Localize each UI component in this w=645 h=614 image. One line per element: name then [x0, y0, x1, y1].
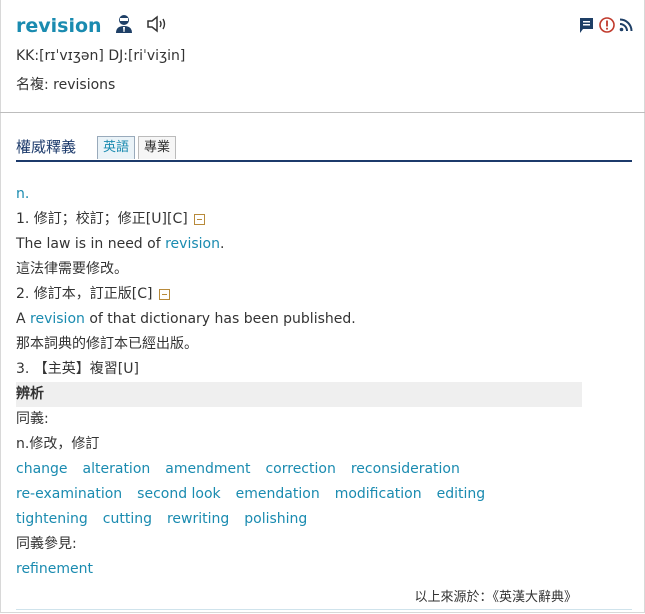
synonym-link[interactable]: editing: [437, 482, 486, 507]
example-keyword[interactable]: revision: [30, 311, 85, 327]
synonym-link[interactable]: modification: [335, 482, 422, 507]
entry-header: revision: [16, 14, 168, 38]
synonym-link[interactable]: emendation: [236, 482, 320, 507]
see-also-link[interactable]: refinement: [16, 557, 93, 582]
plural-form: 名複: revisions: [16, 77, 116, 93]
tab-bar-title: 權威釋義: [16, 138, 77, 156]
collapse-icon[interactable]: [193, 213, 205, 225]
tab-bar: 權威釋義 英語 專業: [16, 134, 632, 162]
example-en: A revision of that dictionary has been p…: [16, 307, 632, 332]
synonym-link[interactable]: cutting: [103, 507, 152, 532]
example-en: The law is in need of revision.: [16, 232, 632, 257]
example-text: of that dictionary has been published.: [84, 311, 356, 327]
analysis-heading: 辨析: [16, 382, 582, 407]
synonym-link[interactable]: rewriting: [167, 507, 229, 532]
synonym-link[interactable]: re-examination: [16, 482, 122, 507]
example-zh: 那本詞典的修訂本已經出版。: [16, 336, 198, 352]
headword: revision: [16, 15, 102, 37]
example-keyword[interactable]: revision: [165, 236, 220, 252]
example-zh: 這法律需要修改。: [16, 261, 128, 277]
bottom-divider: [16, 609, 632, 610]
pronunciation: KK:[rɪˈvɪʒən] DJ:[riˈviʒin]: [16, 48, 186, 64]
synonym-link[interactable]: correction: [265, 457, 335, 482]
person-icon[interactable]: [114, 14, 134, 38]
toolbar: [577, 16, 633, 38]
synonym-list: change alteration amendment correction recon…: [16, 457, 516, 532]
synonym-link[interactable]: change: [16, 457, 68, 482]
sense-label: 1. 修訂；校訂；修正[U][C]: [16, 211, 188, 227]
sense-1: 1. 修訂；校訂；修正[U][C]: [16, 207, 632, 232]
see-also-list: refinement: [16, 557, 632, 582]
synonym-link[interactable]: reconsideration: [351, 457, 460, 482]
synonyms-label: 同義:: [16, 411, 49, 427]
synonym-link[interactable]: alteration: [83, 457, 151, 482]
example-text: A: [16, 311, 31, 327]
example-text: .: [219, 236, 225, 252]
collapse-icon[interactable]: [158, 288, 170, 300]
alert-icon[interactable]: [599, 17, 615, 37]
synonym-link[interactable]: amendment: [165, 457, 250, 482]
synonym-link[interactable]: polishing: [244, 507, 307, 532]
example-text: The law is in need of: [16, 236, 166, 252]
part-of-speech: n.: [16, 186, 30, 202]
synonym-link[interactable]: second look: [137, 482, 221, 507]
synonym-link[interactable]: tightening: [16, 507, 88, 532]
sense-2: 2. 修訂本，訂正版[C]: [16, 282, 632, 307]
definition-body: n. 1. 修訂；校訂；修正[U][C] The law is in need …: [16, 182, 632, 582]
see-also-label: 同義參見:: [16, 536, 77, 552]
synonyms-pos: n.修改，修訂: [16, 436, 100, 452]
source-credit: 以上來源於：《英漢大辭典》: [414, 590, 577, 605]
sense-label: 2. 修訂本，訂正版[C]: [16, 286, 153, 302]
bookmark-icon[interactable]: [577, 16, 595, 38]
tab-english[interactable]: 英語: [97, 136, 136, 159]
divider: [0, 112, 645, 113]
rss-icon[interactable]: [619, 18, 633, 36]
speaker-icon[interactable]: [146, 15, 168, 37]
tab-professional[interactable]: 專業: [138, 136, 177, 159]
sense-3: 3. 【主英】複習[U]: [16, 361, 139, 377]
